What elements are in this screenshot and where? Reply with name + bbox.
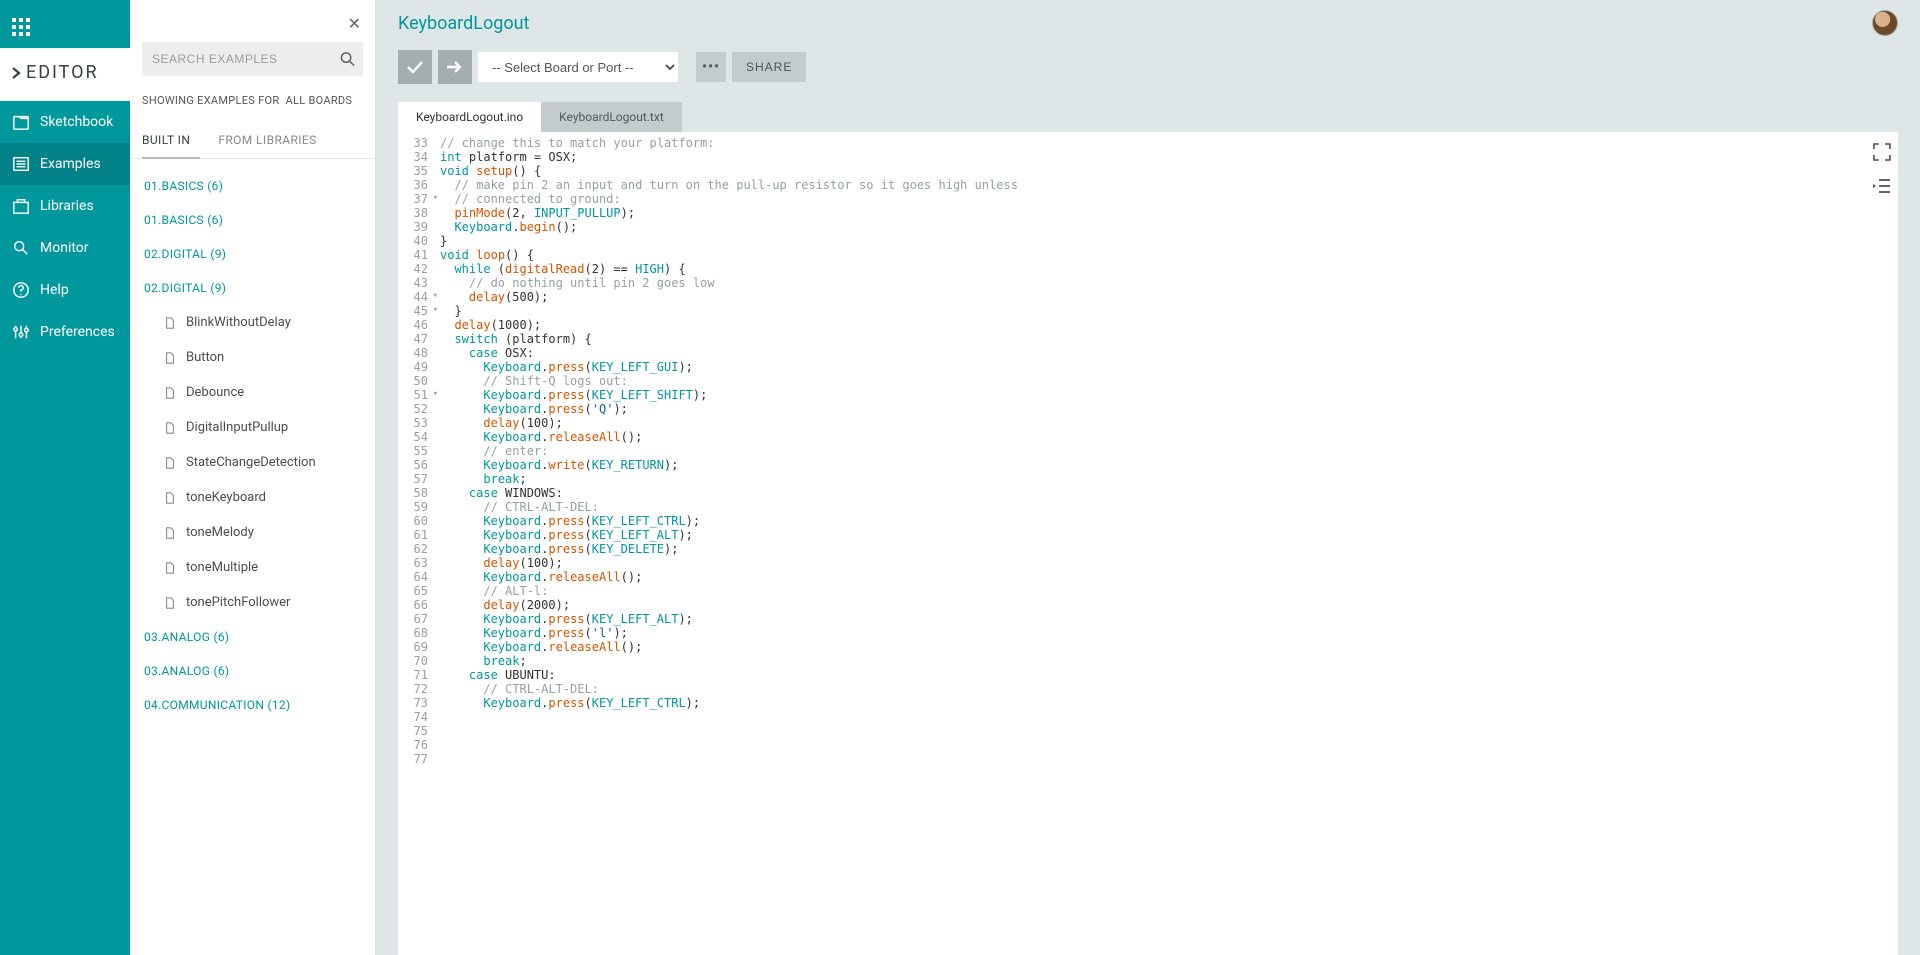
help-icon [12,281,30,299]
search-input[interactable] [142,42,363,76]
category-item[interactable]: 03.ANALOG (6) [130,620,375,654]
nav-rail: EDITOR Sketchbook Examples Libraries Monito… [0,0,130,955]
editor-logo: EDITOR [0,48,130,101]
nav-item-sketchbook[interactable]: Sketchbook [0,101,130,143]
examples-panel: ✕ SHOWING EXAMPLES FORALL BOARDS BUILT I… [130,0,376,955]
showing-examples-label: SHOWING EXAMPLES FORALL BOARDS [130,86,375,123]
close-icon[interactable]: ✕ [348,14,361,33]
chevron-right-icon [12,66,22,80]
apps-grid-icon[interactable] [0,8,130,48]
example-item[interactable]: DigitalInputPullup [130,410,375,445]
search-icon[interactable] [340,52,355,67]
file-icon [164,352,176,364]
category-item[interactable]: 01.BASICS (6) [130,169,375,203]
example-label: DigitalInputPullup [186,420,288,435]
category-item[interactable]: 02.DIGITAL (9) [130,237,375,271]
sketch-title: KeyboardLogout [398,13,529,34]
nav-item-monitor[interactable]: Monitor [0,227,130,269]
category-item[interactable]: 01.BASICS (6) [130,203,375,237]
tab-built-in[interactable]: BUILT IN [142,123,200,159]
nav-item-help[interactable]: Help [0,269,130,311]
file-icon [164,527,176,539]
nav-item-examples[interactable]: Examples [0,143,130,185]
preferences-icon [12,323,30,341]
example-label: toneMultiple [186,560,258,575]
nav-label: Sketchbook [40,114,113,130]
example-label: Button [186,350,224,365]
share-button[interactable]: SHARE [732,52,806,82]
file-tabs: KeyboardLogout.inoKeyboardLogout.txt [398,102,1898,132]
file-icon [164,422,176,434]
file-icon [164,597,176,609]
example-label: StateChangeDetection [186,455,316,470]
example-label: BlinkWithoutDelay [186,315,291,330]
panel-tabbar: BUILT IN FROM LIBRARIES [130,123,375,159]
toolbar: -- Select Board or Port -- ••• SHARE [376,42,1920,102]
examples-tree[interactable]: 01.BASICS (6)01.BASICS (6)02.DIGITAL (9)… [130,159,375,955]
file-icon [164,492,176,504]
nav-label: Help [40,282,69,298]
category-item[interactable]: 04.COMMUNICATION (12) [130,688,375,722]
verify-button[interactable] [398,50,432,84]
fullscreen-icon[interactable] [1872,142,1892,162]
example-item[interactable]: BlinkWithoutDelay [130,305,375,340]
brand-label: EDITOR [26,62,99,83]
example-item[interactable]: Debounce [130,375,375,410]
nav-item-preferences[interactable]: Preferences [0,311,130,353]
avatar[interactable] [1872,10,1898,36]
example-label: toneMelody [186,525,254,540]
example-item[interactable]: StateChangeDetection [130,445,375,480]
monitor-icon [12,239,30,257]
nav-label: Libraries [40,198,94,214]
line-gutter: 3334353637383940414243444546474849505152… [398,132,432,955]
file-icon [164,562,176,574]
nav-item-libraries[interactable]: Libraries [0,185,130,227]
nav-label: Monitor [40,240,89,256]
file-tab-ino[interactable]: KeyboardLogout.ino [398,102,541,132]
board-select[interactable]: -- Select Board or Port -- [478,52,678,82]
tab-from-libraries[interactable]: FROM LIBRARIES [218,123,326,158]
example-label: toneKeyboard [186,490,266,505]
editor-main: KeyboardLogout -- Select Board or Port -… [376,0,1920,955]
examples-icon [12,155,30,173]
example-item[interactable]: toneMultiple [130,550,375,585]
libraries-icon [12,197,30,215]
code-content[interactable]: // change this to match your platform:in… [432,132,1898,955]
example-item[interactable]: toneMelody [130,515,375,550]
sketchbook-icon [12,113,30,131]
example-item[interactable]: toneKeyboard [130,480,375,515]
nav-label: Preferences [40,324,115,340]
file-icon [164,387,176,399]
code-editor[interactable]: 3334353637383940414243444546474849505152… [398,132,1898,955]
example-label: tonePitchFollower [186,595,290,610]
toggle-sidebar-icon[interactable] [1872,176,1892,196]
file-icon [164,457,176,469]
file-tab-txt[interactable]: KeyboardLogout.txt [541,102,682,132]
example-label: Debounce [186,385,244,400]
category-item[interactable]: 02.DIGITAL (9) [130,271,375,305]
example-item[interactable]: Button [130,340,375,375]
category-item[interactable]: 03.ANALOG (6) [130,654,375,688]
example-item[interactable]: tonePitchFollower [130,585,375,620]
nav-label: Examples [40,156,101,172]
more-menu-button[interactable]: ••• [696,52,726,82]
upload-button[interactable] [438,50,472,84]
file-icon [164,317,176,329]
